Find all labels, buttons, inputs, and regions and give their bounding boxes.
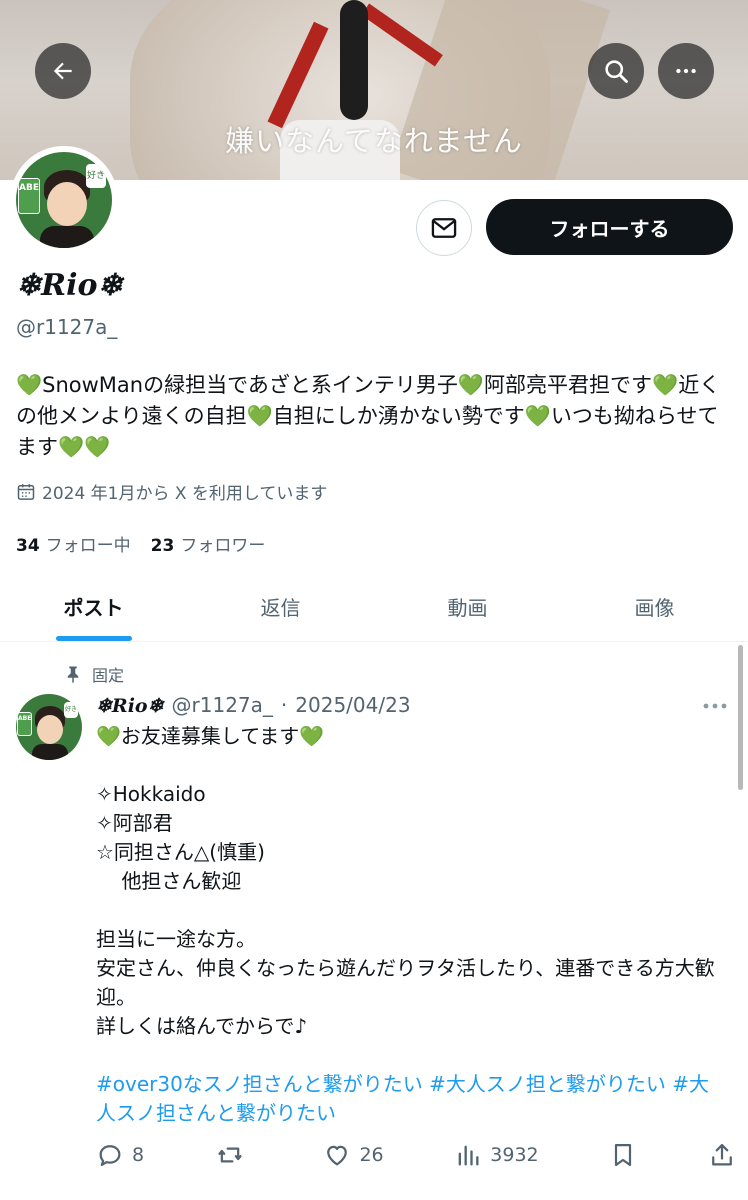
more-options-button[interactable] (658, 43, 714, 99)
avatar-body (32, 744, 68, 760)
post-avatar[interactable]: ABE 好き (16, 694, 82, 760)
hashtag-link[interactable]: #over30なスノ担さんと繋がりたい (96, 1072, 423, 1096)
more-icon (703, 703, 727, 709)
avatar-abe-tag: ABE (17, 712, 32, 736)
views-button[interactable]: 3932 (454, 1141, 539, 1169)
message-button[interactable] (416, 200, 472, 256)
tab-label: ポスト (63, 596, 124, 620)
pin-icon (67, 666, 79, 683)
joined-text: 2024 年1月から X を利用しています (42, 484, 328, 504)
reply-button[interactable]: 8 (96, 1141, 144, 1169)
hashtag-link[interactable]: #大人スノ担と繋がりたい (429, 1072, 666, 1096)
tab-videos[interactable]: 動画 (374, 572, 561, 641)
following-count: 34 (16, 536, 40, 556)
tab-label: 画像 (634, 596, 675, 620)
post-header: ❄𝑹𝒊𝒐❄ @r1127a_ · 2025/04/23 (96, 693, 411, 717)
heart-icon (327, 1145, 348, 1166)
active-tab-indicator (55, 636, 132, 641)
avatar-face (47, 182, 87, 226)
post-author-handle[interactable]: @r1127a_ (172, 693, 273, 717)
followers-count: 23 (150, 536, 175, 556)
pinned-indicator: 固定 (64, 662, 124, 686)
post-hashtags: #over30なスノ担さんと繋がりたい #大人スノ担と繋がりたい #大人スノ担さ… (96, 1070, 726, 1128)
post-date[interactable]: 2025/04/23 (295, 693, 410, 717)
more-icon (676, 68, 696, 74)
avatar-bubble: 好き (86, 164, 106, 188)
tab-label: 返信 (260, 596, 301, 620)
profile-display-name: ❄𝑹𝒊𝒐❄ (16, 268, 123, 303)
post-more-button[interactable] (702, 694, 728, 718)
back-button[interactable] (35, 43, 91, 99)
bookmark-button[interactable] (609, 1141, 637, 1169)
scrollbar[interactable] (738, 645, 743, 790)
following-link[interactable]: 34 フォロー中 (16, 531, 131, 556)
tab-images[interactable]: 画像 (561, 572, 748, 641)
like-count: 26 (359, 1144, 384, 1166)
calendar-icon (17, 483, 35, 500)
post-actions: 8 26 3932 (96, 1138, 736, 1172)
avatar-image: ABE 好き (16, 152, 112, 248)
share-button[interactable] (708, 1141, 736, 1169)
avatar-abe-tag: ABE (18, 178, 40, 214)
avatar-bubble: 好き (64, 702, 78, 718)
bookmark-icon (615, 1143, 632, 1167)
profile-handle: @r1127a_ (16, 315, 118, 339)
back-arrow-icon (53, 62, 72, 80)
post-separator: · (280, 693, 288, 717)
profile-tabs: ポスト 返信 動画 画像 (0, 572, 748, 642)
views-icon (458, 1145, 479, 1166)
tab-label: 動画 (447, 596, 488, 620)
mail-icon (431, 218, 457, 238)
post-text: 💚お友達募集してます💚 ✧Hokkaido ✧阿部君 ☆同担さん△(慎重) 他担… (96, 724, 715, 1038)
like-button[interactable]: 26 (323, 1141, 384, 1169)
retweet-button[interactable] (215, 1141, 253, 1169)
profile-bio: 💚SnowManの緑担当であざと系インテリ男子💚阿部亮平君担です💚近くの他メンよ… (16, 373, 721, 459)
views-count: 3932 (490, 1144, 539, 1166)
tab-replies[interactable]: 返信 (187, 572, 374, 641)
search-button[interactable] (588, 43, 644, 99)
post-author-name[interactable]: ❄𝑹𝒊𝒐❄ (96, 695, 164, 717)
search-icon (605, 60, 628, 83)
avatar-face (37, 715, 63, 744)
reply-icon (99, 1145, 121, 1167)
pinned-label: 固定 (92, 666, 125, 685)
share-icon (712, 1143, 732, 1166)
following-label: フォロー中 (45, 536, 131, 556)
avatar-body (40, 226, 94, 248)
banner-caption: 嫌いなんてなれません (225, 124, 523, 158)
profile-avatar[interactable]: ABE 好き (10, 146, 118, 254)
follow-stats: 34 フォロー中 23 フォロワー (16, 531, 265, 556)
reply-count: 8 (132, 1144, 145, 1166)
followers-label: フォロワー (180, 536, 266, 556)
retweet-icon (218, 1147, 242, 1163)
follow-button[interactable]: フォローする (486, 199, 733, 255)
followers-link[interactable]: 23 フォロワー (151, 531, 266, 556)
tab-posts[interactable]: ポスト (0, 572, 187, 641)
banner-microphone (340, 0, 368, 120)
joined-date: 2024 年1月から X を利用しています (16, 479, 327, 504)
